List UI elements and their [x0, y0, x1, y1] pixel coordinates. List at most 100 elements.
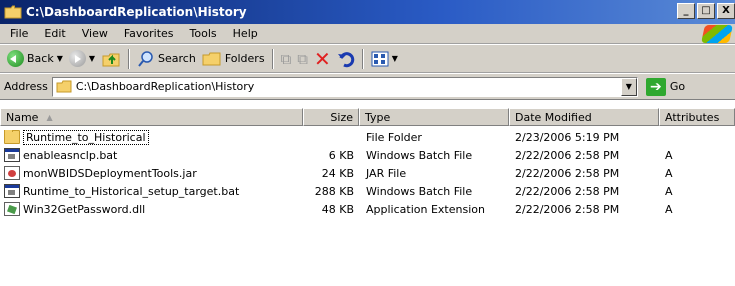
folder-icon	[56, 80, 72, 93]
menu-edit[interactable]: Edit	[36, 27, 73, 40]
back-label: Back	[27, 52, 54, 65]
file-list: Name ▲ Size Type Date Modified Attribute…	[0, 108, 735, 286]
minimize-button[interactable]: _	[677, 3, 695, 19]
jar-file-icon	[4, 166, 20, 180]
forward-arrow-icon	[68, 50, 86, 67]
close-button[interactable]: X	[717, 3, 735, 19]
file-type: Application Extension	[366, 202, 485, 216]
file-name-cell: Runtime_to_Historical_setup_target.bat	[0, 184, 303, 198]
window-title: C:\DashboardReplication\History	[26, 5, 247, 19]
menu-tools-label: Tools	[189, 27, 217, 40]
column-header-type[interactable]: Type	[359, 108, 509, 126]
views-icon	[371, 51, 389, 66]
up-folder-button[interactable]	[98, 47, 124, 71]
address-label: Address	[4, 80, 48, 93]
menu-view[interactable]: View	[74, 27, 116, 40]
column-type-label: Type	[365, 110, 391, 124]
file-name: Win32GetPassword.dll	[23, 202, 146, 216]
search-icon	[138, 50, 153, 67]
address-value: C:\DashboardReplication\History	[75, 80, 255, 93]
go-label: Go	[669, 80, 686, 93]
menu-file-label: File	[10, 27, 29, 40]
list-item[interactable]: monWBIDSDeploymentTools.jar 24 KB JAR Fi…	[0, 164, 735, 182]
undo-button[interactable]	[334, 47, 358, 71]
undo-icon	[337, 51, 355, 67]
folders-icon	[202, 52, 221, 65]
file-type: Windows Batch File	[366, 148, 473, 162]
file-attributes: A	[665, 202, 673, 216]
chevron-down-icon[interactable]: ▼	[89, 54, 95, 63]
sort-ascending-icon: ▲	[46, 112, 53, 122]
list-header: Name ▲ Size Type Date Modified Attribute…	[0, 108, 735, 126]
dll-file-icon	[4, 202, 20, 216]
back-button[interactable]: Back ▼	[4, 47, 66, 71]
menu-view-label: View	[81, 27, 108, 40]
file-size: 24 KB	[321, 166, 354, 180]
move-to-button[interactable]: ⧉	[278, 47, 295, 71]
maximize-button[interactable]: □	[697, 3, 715, 19]
column-header-size[interactable]: Size	[303, 108, 359, 126]
views-button[interactable]: ▼	[368, 47, 401, 71]
title-bar[interactable]: C:\DashboardReplication\History _ □ X	[0, 0, 735, 24]
copy-to-button[interactable]: ⧉	[294, 47, 311, 71]
copy-to-icon: ⧉	[297, 49, 308, 68]
forward-button[interactable]: ▼	[66, 47, 98, 71]
file-size: 6 KB	[328, 148, 354, 162]
file-type: File Folder	[366, 130, 422, 144]
menu-help[interactable]: Help	[225, 27, 266, 40]
menu-favorites-label: Favorites	[123, 27, 174, 40]
list-item[interactable]: Runtime_to_Historical File Folder 2/23/2…	[0, 128, 735, 146]
go-arrow-icon: ➔	[645, 77, 666, 96]
file-date: 2/22/2006 2:58 PM	[515, 148, 620, 162]
folders-label: Folders	[224, 52, 265, 65]
file-name: Runtime_to_Historical	[23, 129, 149, 145]
folder-icon	[4, 5, 22, 19]
file-name: monWBIDSDeploymentTools.jar	[23, 166, 197, 180]
file-attributes: A	[665, 166, 673, 180]
list-item[interactable]: Win32GetPassword.dll 48 KB Application E…	[0, 200, 735, 218]
list-item[interactable]: enableasnclp.bat 6 KB Windows Batch File…	[0, 146, 735, 164]
folder-icon	[4, 129, 20, 144]
file-name-cell: Win32GetPassword.dll	[0, 202, 303, 216]
file-name: Runtime_to_Historical_setup_target.bat	[23, 184, 240, 198]
go-button[interactable]: ➔ Go	[645, 77, 686, 96]
move-to-icon: ⧉	[280, 49, 292, 68]
file-name-cell: monWBIDSDeploymentTools.jar	[0, 166, 303, 180]
file-date: 2/22/2006 2:58 PM	[515, 184, 620, 198]
file-attributes: A	[665, 148, 673, 162]
menu-file[interactable]: File	[2, 27, 36, 40]
chevron-down-icon: ▼	[625, 82, 632, 91]
batch-file-icon	[4, 148, 20, 162]
file-type: Windows Batch File	[366, 184, 473, 198]
file-name: enableasnclp.bat	[23, 148, 118, 162]
column-header-name[interactable]: Name ▲	[0, 108, 303, 126]
list-item[interactable]: Runtime_to_Historical_setup_target.bat 2…	[0, 182, 735, 200]
file-size: 48 KB	[321, 202, 354, 216]
address-dropdown-button[interactable]: ▼	[620, 77, 637, 96]
file-attributes: A	[665, 184, 673, 198]
column-size-label: Size	[330, 110, 353, 124]
file-date: 2/22/2006 2:58 PM	[515, 166, 620, 180]
column-header-date-modified[interactable]: Date Modified	[509, 108, 659, 126]
address-input[interactable]: C:\DashboardReplication\History ▼	[51, 76, 638, 97]
folders-button[interactable]: Folders	[199, 47, 268, 71]
menu-edit-label: Edit	[44, 27, 66, 40]
delete-icon: ✕	[314, 46, 331, 71]
delete-button[interactable]: ✕	[311, 47, 334, 71]
windows-logo-icon	[701, 25, 733, 43]
search-label: Search	[158, 52, 196, 65]
file-date: 2/22/2006 2:58 PM	[515, 202, 620, 216]
chevron-down-icon[interactable]: ▼	[57, 54, 63, 63]
column-header-attributes[interactable]: Attributes	[659, 108, 735, 126]
chevron-down-icon[interactable]: ▼	[392, 54, 398, 63]
menu-tools[interactable]: Tools	[182, 27, 225, 40]
file-date: 2/23/2006 5:19 PM	[515, 130, 620, 144]
column-name-label: Name	[6, 110, 39, 124]
menu-bar: File Edit View Favorites Tools Help	[0, 24, 735, 44]
back-arrow-icon	[7, 50, 24, 67]
search-button[interactable]: Search	[134, 47, 199, 71]
column-date-label: Date Modified	[515, 110, 592, 124]
file-name-cell: Runtime_to_Historical	[0, 129, 303, 145]
batch-file-icon	[4, 184, 20, 198]
menu-favorites[interactable]: Favorites	[116, 27, 182, 40]
